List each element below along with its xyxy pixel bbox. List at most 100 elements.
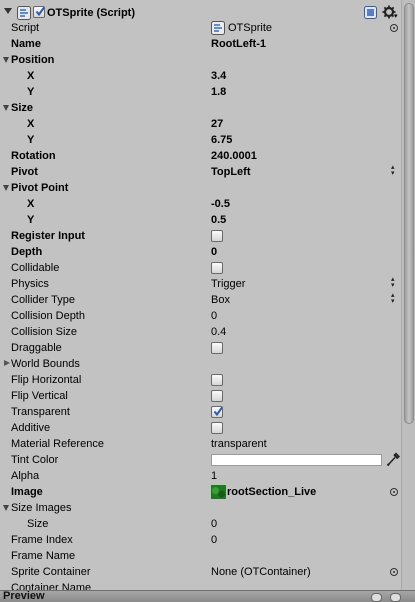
flip-vertical-checkbox[interactable] (211, 390, 223, 402)
foldout-open-arrow-icon[interactable] (3, 105, 9, 111)
property-row-x-3: X 3.4 (0, 68, 401, 84)
component-foldout-arrow[interactable] (4, 8, 12, 14)
component-script-icon (17, 6, 31, 20)
dropdown-arrows-icon: ▴ ▾ (391, 292, 395, 305)
property-row-depth: Depth 0 (0, 244, 401, 260)
property-row-alpha: Alpha 1 (0, 468, 401, 484)
property-label: Additive (11, 422, 51, 434)
foldout-open-arrow-icon[interactable] (3, 505, 9, 511)
property-label: Collision Size (11, 326, 78, 338)
property-row-collision-depth: Collision Depth 0 (0, 308, 401, 324)
y-field[interactable]: 0.5 (211, 213, 226, 227)
object-picker-icon[interactable] (390, 568, 398, 576)
property-label: Y (27, 86, 35, 98)
property-label: Tint Color (11, 454, 59, 466)
property-label: X (27, 198, 35, 210)
scrollbar-thumb[interactable] (404, 3, 414, 424)
collider-type-dropdown[interactable]: Box (211, 293, 230, 307)
dropdown-arrows-icon: ▴ ▾ (391, 276, 395, 289)
property-row-name: Name RootLeft-1 (0, 36, 401, 52)
property-row-transparent: Transparent (0, 404, 401, 420)
property-label: X (27, 118, 35, 130)
x-field[interactable]: 27 (211, 117, 223, 131)
preview-label: Preview (3, 590, 45, 602)
property-label: Flip Horizontal (11, 374, 82, 386)
y-field[interactable]: 6.75 (211, 133, 232, 147)
foldout-closed-arrow-icon[interactable] (4, 360, 10, 366)
property-label: Size Images (11, 502, 72, 514)
property-row-frame-index: Frame Index 0 (0, 532, 401, 548)
material-reference-field[interactable]: transparent (211, 437, 267, 451)
property-label: Physics (11, 278, 49, 290)
object-picker-icon[interactable] (390, 488, 398, 496)
property-label: Image (11, 486, 43, 498)
property-label: Y (27, 134, 35, 146)
x-field[interactable]: 3.4 (211, 69, 226, 83)
eyedropper-icon[interactable] (386, 452, 400, 467)
property-row-tint-color: Tint Color (0, 452, 401, 468)
property-row-draggable: Draggable (0, 340, 401, 356)
image-object-field[interactable]: rootSection_Live (227, 485, 316, 499)
dropdown-arrows-icon: ▴ ▾ (391, 164, 395, 177)
depth-field[interactable]: 0 (211, 245, 217, 259)
property-row-size-images: Size Images (0, 500, 401, 516)
property-row-flip-horizontal: Flip Horizontal (0, 372, 401, 388)
property-row-x-11: X -0.5 (0, 196, 401, 212)
y-field[interactable]: 1.8 (211, 85, 226, 99)
collision-depth-field[interactable]: 0 (211, 309, 217, 323)
gear-dropdown-caret-icon: ▾ (394, 13, 398, 20)
checkmark-icon (213, 406, 223, 417)
property-row-pivot-point: Pivot Point (0, 180, 401, 196)
property-label: Material Reference (11, 438, 104, 450)
property-label: Collision Depth (11, 310, 85, 322)
collision-size-field[interactable]: 0.4 (211, 325, 226, 339)
pivot-dropdown[interactable]: TopLeft (211, 165, 251, 179)
rotation-field[interactable]: 240.0001 (211, 149, 257, 163)
checkmark-icon (35, 6, 45, 17)
property-label: Rotation (11, 150, 56, 162)
property-row-x-6: X 27 (0, 116, 401, 132)
name-field[interactable]: RootLeft-1 (211, 37, 266, 51)
property-row-script: Script OTSprite (0, 20, 401, 36)
vertical-scrollbar[interactable] (401, 0, 415, 590)
x-field[interactable]: -0.5 (211, 197, 230, 211)
property-row-collidable: Collidable (0, 260, 401, 276)
script-object-field[interactable]: OTSprite (228, 21, 272, 35)
register-input-checkbox[interactable] (211, 230, 223, 242)
property-label: Pivot Point (11, 182, 69, 194)
draggable-checkbox[interactable] (211, 342, 223, 354)
property-row-image: Image rootSection_Live (0, 484, 401, 500)
property-label: Name (11, 38, 41, 50)
size-field[interactable]: 0 (211, 517, 217, 531)
additive-checkbox[interactable] (211, 422, 223, 434)
property-label: Size (27, 518, 49, 530)
frame-index-field[interactable]: 0 (211, 533, 217, 547)
property-label: Pivot (11, 166, 38, 178)
object-picker-icon[interactable] (390, 24, 398, 32)
property-label: Script (11, 22, 40, 34)
property-label: Collidable (11, 262, 60, 274)
physics-dropdown[interactable]: Trigger (211, 277, 245, 291)
property-label: Sprite Container (11, 566, 91, 578)
component-enabled-checkbox[interactable] (33, 6, 45, 18)
property-row-world-bounds: World Bounds (0, 356, 401, 372)
transparent-checkbox[interactable] (211, 406, 223, 418)
flip-horizontal-checkbox[interactable] (211, 374, 223, 386)
property-row-material-reference: Material Reference transparent (0, 436, 401, 452)
foldout-open-arrow-icon[interactable] (3, 57, 9, 63)
property-row-size: Size (0, 100, 401, 116)
script-icon (211, 21, 225, 35)
collidable-checkbox[interactable] (211, 262, 223, 274)
preview-settings-button[interactable] (390, 593, 401, 602)
alpha-field[interactable]: 1 (211, 469, 217, 483)
property-label: X (27, 70, 35, 82)
help-icon[interactable] (364, 6, 377, 19)
property-label: Transparent (11, 406, 70, 418)
foldout-open-arrow-icon[interactable] (3, 185, 9, 191)
preview-header[interactable]: Preview (0, 590, 415, 602)
property-label: Collider Type (11, 294, 75, 306)
preview-play-button[interactable] (371, 593, 382, 602)
sprite-container-object-field[interactable]: None (OTContainer) (211, 565, 311, 579)
tint-color-field[interactable] (211, 454, 382, 466)
property-row-additive: Additive (0, 420, 401, 436)
